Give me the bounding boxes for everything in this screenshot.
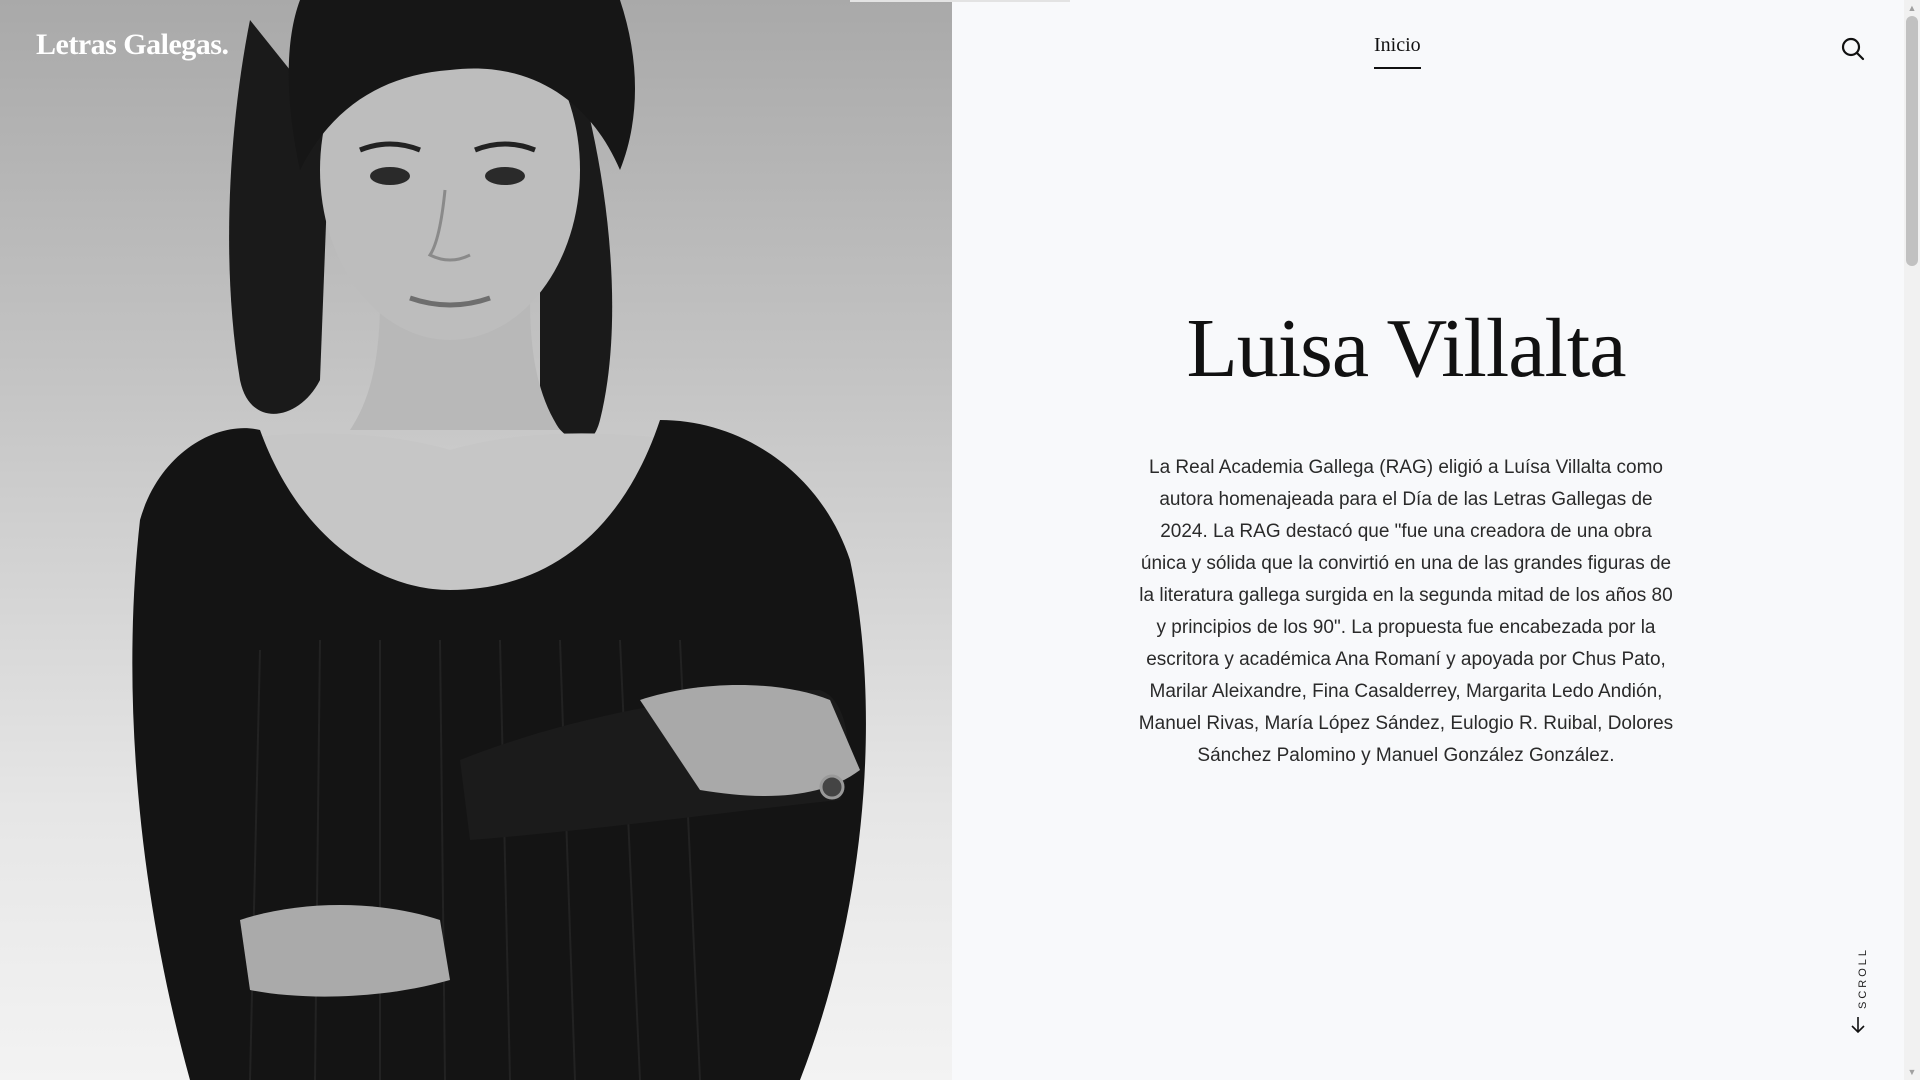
page: Letras Galegas. Inicio Luisa Villalta La… [0,0,1920,1080]
arrow-down-icon [1851,1017,1865,1034]
scrollbar-down-arrow[interactable]: ▼ [1906,1066,1918,1078]
hero-description: La Real Academia Gallega (RAG) eligió a … [1138,457,1674,766]
hero-portrait: Letras Galegas. [0,0,952,1080]
scrollbar-up-arrow[interactable]: ▲ [1906,2,1918,14]
page-title: Luisa Villalta [1186,302,1627,395]
search-button[interactable] [1840,36,1866,62]
scroll-label: SCROLL [1857,946,1870,1010]
site-logo[interactable]: Letras Galegas. [36,28,229,62]
top-decoration-line [850,0,1070,2]
search-icon [1841,37,1865,61]
scrollbar-thumb[interactable] [1906,16,1918,266]
nav-link-inicio[interactable]: Inicio [1374,34,1421,69]
scroll-indicator[interactable]: SCROLL [1846,944,1870,1038]
portrait-photo [132,0,866,1080]
